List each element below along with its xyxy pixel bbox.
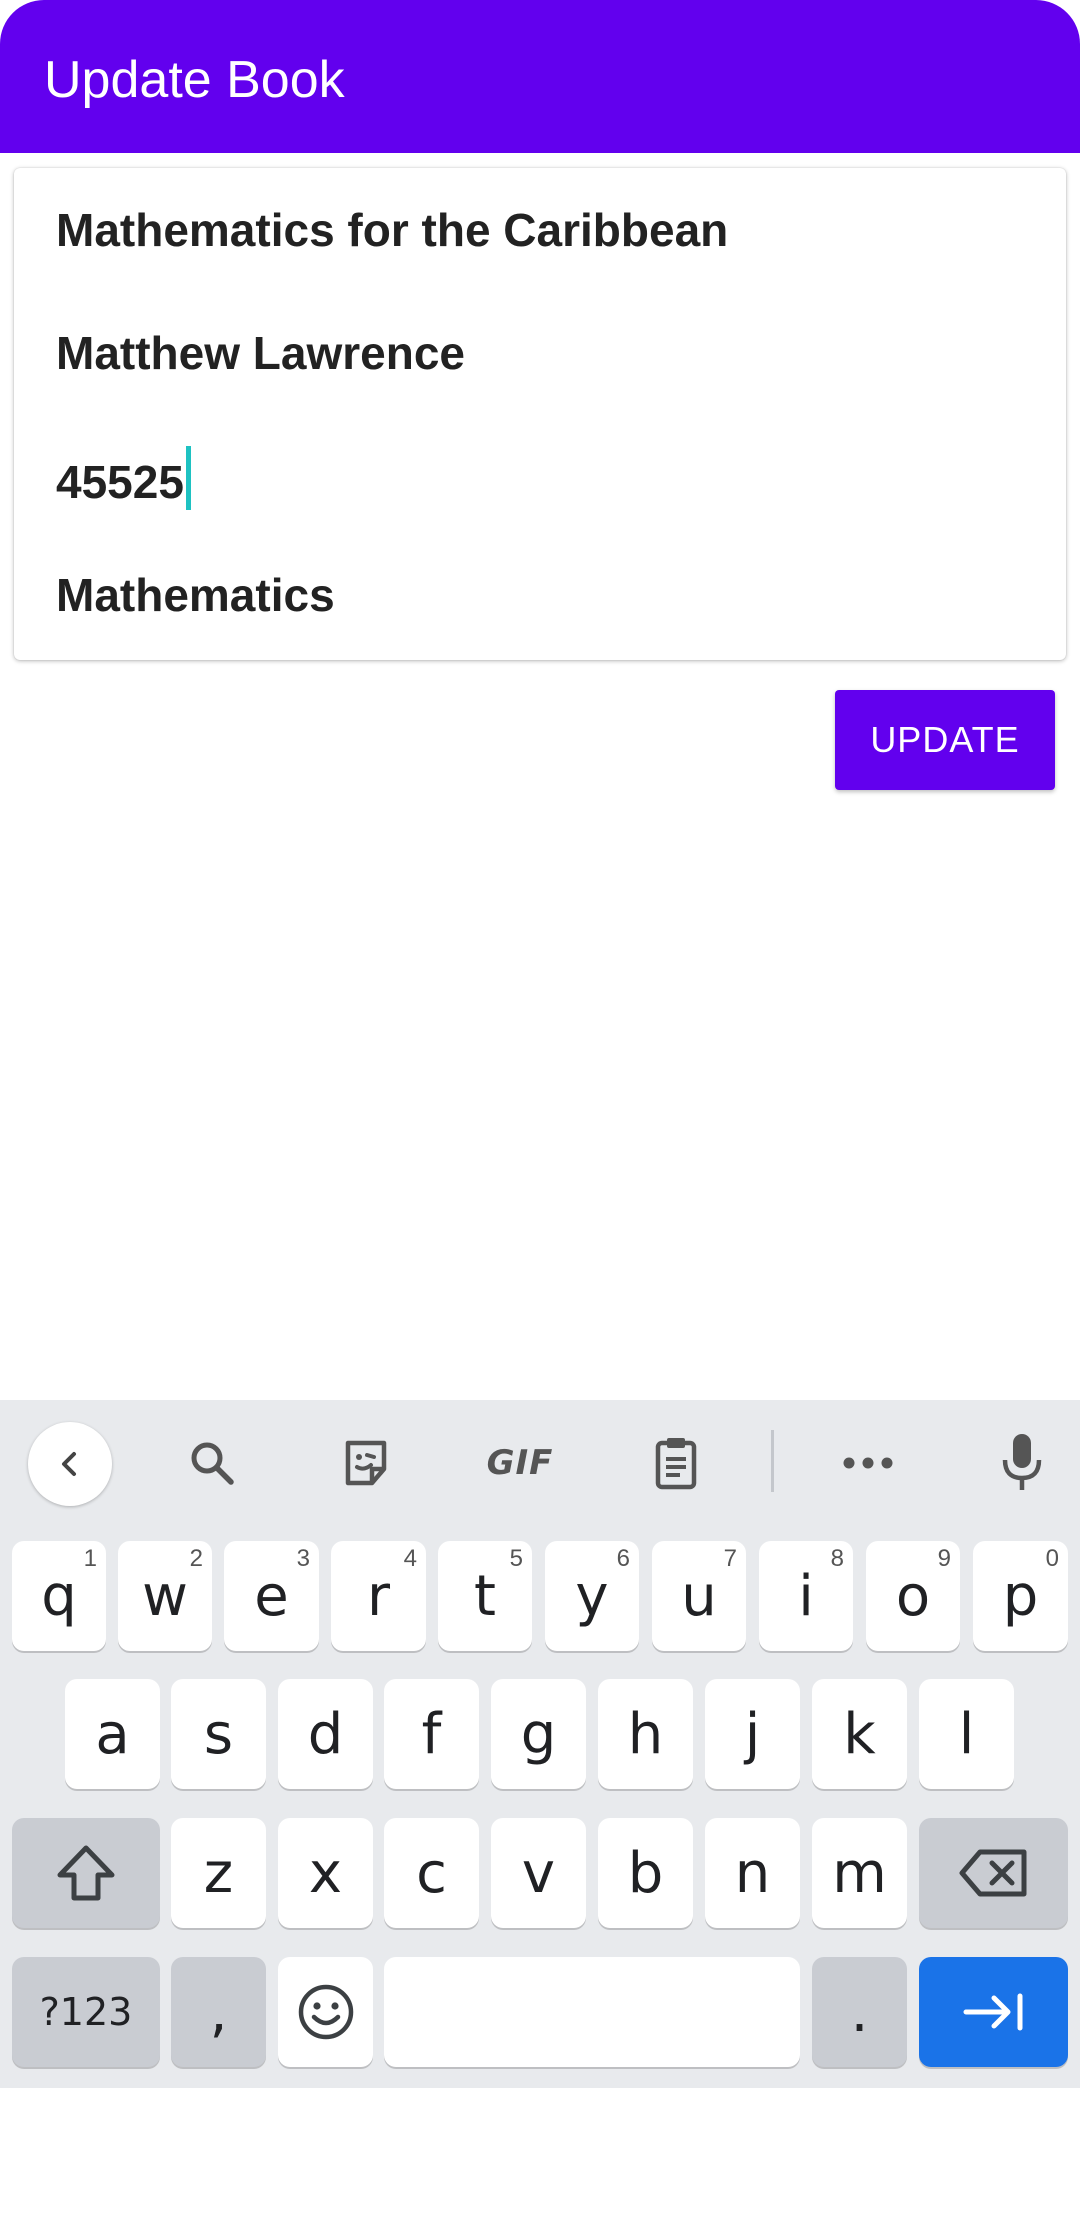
key-hint: 4 <box>403 1545 417 1572</box>
key-hint: 0 <box>1045 1545 1059 1572</box>
page-title: Update Book <box>44 51 345 109</box>
key-label: u <box>681 1563 717 1629</box>
comma-key[interactable]: , <box>171 1957 266 2067</box>
key-hint: 1 <box>83 1545 97 1572</box>
key-z[interactable]: z <box>171 1818 266 1928</box>
key-hint: 2 <box>189 1545 203 1572</box>
key-label: o <box>895 1563 931 1629</box>
book-subject-field[interactable]: Mathematics <box>56 568 335 622</box>
key-m[interactable]: m <box>812 1818 907 1928</box>
key-label: q <box>41 1563 77 1629</box>
tab-next-icon <box>963 1993 1022 2031</box>
app-bar: Update Book <box>0 0 1080 153</box>
key-a[interactable]: a <box>65 1679 160 1789</box>
key-e[interactable]: e3 <box>224 1541 319 1651</box>
key-d[interactable]: d <box>278 1679 373 1789</box>
key-l[interactable]: l <box>919 1679 1014 1789</box>
key-y[interactable]: y6 <box>545 1541 639 1651</box>
book-number-value: 45525 <box>56 456 184 508</box>
key-hint: 9 <box>937 1545 951 1572</box>
backspace-icon <box>959 1849 1026 1897</box>
key-g[interactable]: g <box>491 1679 586 1789</box>
key-b[interactable]: b <box>598 1818 693 1928</box>
space-key[interactable] <box>384 1957 800 2067</box>
key-r[interactable]: r4 <box>331 1541 426 1651</box>
shift-icon <box>57 1845 115 1901</box>
key-q[interactable]: q1 <box>12 1541 106 1651</box>
key-x[interactable]: x <box>278 1818 373 1928</box>
mic-icon[interactable] <box>990 1420 1054 1506</box>
book-form-card: Mathematics for the Caribbean Matthew La… <box>14 168 1066 660</box>
key-h[interactable]: h <box>598 1679 693 1789</box>
on-screen-keyboard: GIF q1 w2 e3 r4 t5 y6 u7 i8 o9 p0 a s d … <box>0 1400 1080 2088</box>
gif-label: GIF <box>486 1443 554 1483</box>
navigation-area <box>0 2088 1080 2220</box>
key-label: e <box>254 1563 289 1629</box>
book-author-field[interactable]: Matthew Lawrence <box>56 326 465 380</box>
key-label: t <box>474 1563 496 1629</box>
shift-key[interactable] <box>12 1818 160 1928</box>
key-k[interactable]: k <box>812 1679 907 1789</box>
key-label: w <box>142 1563 188 1629</box>
key-hint: 7 <box>723 1545 737 1572</box>
key-u[interactable]: u7 <box>652 1541 746 1651</box>
gif-icon[interactable]: GIF <box>478 1420 562 1506</box>
sticker-icon[interactable] <box>334 1420 398 1506</box>
key-hint: 8 <box>830 1545 844 1572</box>
key-label: y <box>575 1563 609 1629</box>
emoji-icon <box>298 1984 353 2040</box>
key-label: p <box>1002 1563 1039 1629</box>
key-hint: 5 <box>509 1545 523 1572</box>
key-hint: 6 <box>616 1545 630 1572</box>
clipboard-icon[interactable] <box>644 1420 708 1506</box>
key-label: i <box>798 1563 814 1629</box>
key-o[interactable]: o9 <box>866 1541 960 1651</box>
key-v[interactable]: v <box>491 1818 586 1928</box>
key-p[interactable]: p0 <box>973 1541 1068 1651</box>
key-c[interactable]: c <box>384 1818 479 1928</box>
chevron-left-icon[interactable] <box>28 1422 112 1506</box>
backspace-key[interactable] <box>919 1818 1068 1928</box>
symbols-key[interactable]: ?123 <box>12 1957 160 2067</box>
search-icon[interactable] <box>180 1420 244 1506</box>
toolbar-divider <box>771 1430 774 1492</box>
key-f[interactable]: f <box>384 1679 479 1789</box>
text-cursor <box>185 446 191 510</box>
key-t[interactable]: t5 <box>438 1541 532 1651</box>
key-i[interactable]: i8 <box>759 1541 853 1651</box>
key-n[interactable]: n <box>705 1818 800 1928</box>
next-key[interactable] <box>919 1957 1068 2067</box>
book-number-field[interactable]: 45525 <box>56 446 191 510</box>
key-hint: 3 <box>296 1545 310 1572</box>
emoji-key[interactable] <box>278 1957 373 2067</box>
key-j[interactable]: j <box>705 1679 800 1789</box>
more-icon[interactable] <box>836 1420 900 1506</box>
key-w[interactable]: w2 <box>118 1541 212 1651</box>
update-button[interactable]: UPDATE <box>835 690 1055 790</box>
keyboard-toolbar: GIF <box>0 1400 1080 1524</box>
book-title-field[interactable]: Mathematics for the Caribbean <box>56 203 728 257</box>
period-key[interactable]: . <box>812 1957 907 2067</box>
symbols-label: ?123 <box>39 1990 133 2034</box>
key-label: r <box>366 1563 391 1629</box>
key-s[interactable]: s <box>171 1679 266 1789</box>
